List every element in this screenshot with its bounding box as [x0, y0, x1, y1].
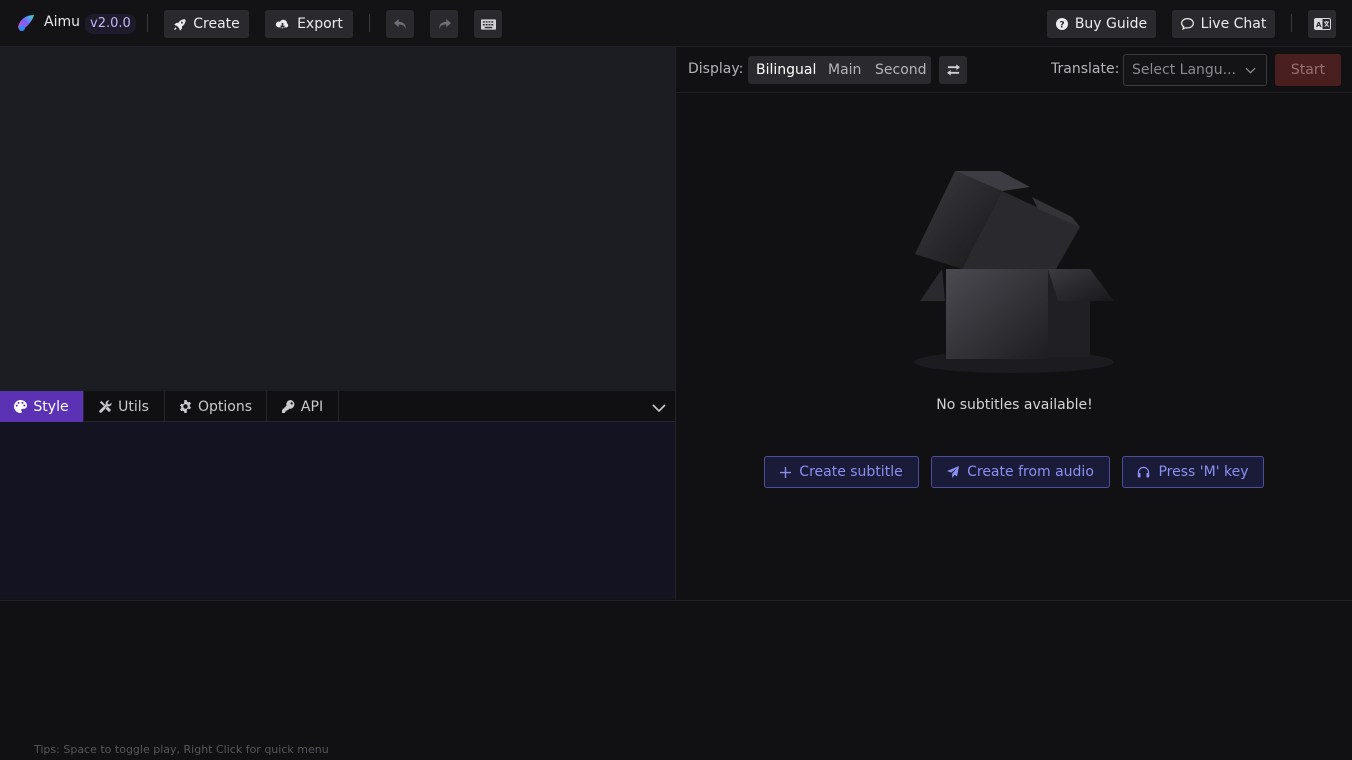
swap-icon	[946, 64, 960, 76]
display-option-second[interactable]: Second	[875, 56, 927, 84]
redo-icon	[438, 18, 451, 29]
chevron-down-icon	[1245, 67, 1256, 74]
start-button[interactable]: Start	[1275, 54, 1341, 86]
language-select-placeholder: Select Langu...	[1132, 62, 1237, 78]
palette-icon	[14, 400, 28, 413]
cloud-download-icon	[275, 19, 289, 29]
tab-options-label: Options	[197, 398, 253, 415]
tab-utils[interactable]: Utils	[84, 391, 165, 422]
tab-api[interactable]: API	[267, 391, 339, 422]
swap-button[interactable]	[939, 56, 967, 84]
display-option-main[interactable]: Main	[828, 56, 861, 84]
buy-guide-button[interactable]: ? Buy Guide	[1047, 10, 1156, 38]
language-button[interactable]: A	[1308, 10, 1336, 38]
toolbar-divider	[369, 14, 370, 32]
empty-box-icon	[914, 171, 1114, 373]
create-from-audio-button[interactable]: Create from audio	[931, 456, 1110, 488]
tab-style[interactable]: Style	[0, 391, 84, 428]
toolbar-divider	[147, 14, 148, 32]
create-label: Create	[193, 16, 240, 32]
style-panel	[0, 422, 675, 599]
display-mode-selector: Bilingual Main Second	[748, 56, 931, 84]
app-name: Aimu	[44, 14, 80, 30]
undo-icon	[393, 18, 406, 29]
settings-tabs: Style Utils Options API	[0, 391, 675, 428]
version-badge: v2.0.0	[85, 14, 136, 34]
display-label: Display:	[688, 61, 744, 77]
language-icon: A	[1313, 18, 1331, 30]
tab-utils-label: Utils	[118, 398, 149, 415]
live-chat-button[interactable]: Live Chat	[1172, 10, 1275, 38]
live-chat-label: Live Chat	[1200, 16, 1267, 32]
chat-bubble-icon	[1180, 18, 1194, 30]
translate-label: Translate:	[1051, 61, 1120, 77]
display-option-bilingual[interactable]: Bilingual	[756, 56, 816, 84]
export-label: Export	[297, 16, 343, 32]
press-m-key-label: Press 'M' key	[1158, 464, 1249, 480]
video-preview-area[interactable]	[0, 47, 675, 391]
key-icon	[281, 400, 295, 413]
chevron-down-icon[interactable]	[651, 400, 667, 416]
create-subtitle-label: Create subtitle	[799, 464, 903, 480]
create-button[interactable]: Create	[164, 10, 249, 38]
subtitle-panel: Display: Bilingual Main Second Translate…	[675, 47, 1352, 600]
display-toolbar: Display: Bilingual Main Second Translate…	[676, 47, 1352, 93]
toolbar-divider	[1291, 14, 1292, 32]
language-select[interactable]: Select Langu...	[1123, 54, 1267, 86]
top-toolbar: Aimu v2.0.0 Create Export ? Buy Guide Li…	[0, 0, 1352, 47]
empty-state-message: No subtitles available!	[936, 397, 1093, 413]
create-subtitle-button[interactable]: Create subtitle	[764, 456, 919, 488]
tab-api-label: API	[300, 398, 324, 415]
timeline-area[interactable]	[0, 600, 1352, 760]
keyboard-icon	[480, 18, 496, 30]
gear-icon	[180, 400, 191, 413]
redo-button[interactable]	[430, 10, 458, 38]
tab-style-label: Style	[33, 398, 69, 415]
svg-text:?: ?	[1059, 20, 1064, 30]
tools-icon	[99, 400, 112, 413]
tab-options[interactable]: Options	[165, 391, 267, 422]
rocket-icon	[174, 18, 186, 31]
question-circle-icon: ?	[1055, 18, 1068, 30]
svg-text:A: A	[1315, 21, 1321, 29]
headphones-icon	[1138, 466, 1150, 478]
tips-text: Tips: Space to toggle play, Right Click …	[34, 743, 329, 756]
export-button[interactable]: Export	[265, 10, 353, 38]
undo-button[interactable]	[386, 10, 414, 38]
app-logo-icon	[18, 15, 34, 31]
paper-plane-icon	[947, 466, 960, 478]
press-m-key-button[interactable]: Press 'M' key	[1122, 456, 1264, 488]
buy-guide-label: Buy Guide	[1074, 16, 1148, 32]
create-from-audio-label: Create from audio	[967, 464, 1094, 480]
keyboard-shortcuts-button[interactable]	[474, 10, 502, 38]
plus-icon	[780, 466, 792, 478]
